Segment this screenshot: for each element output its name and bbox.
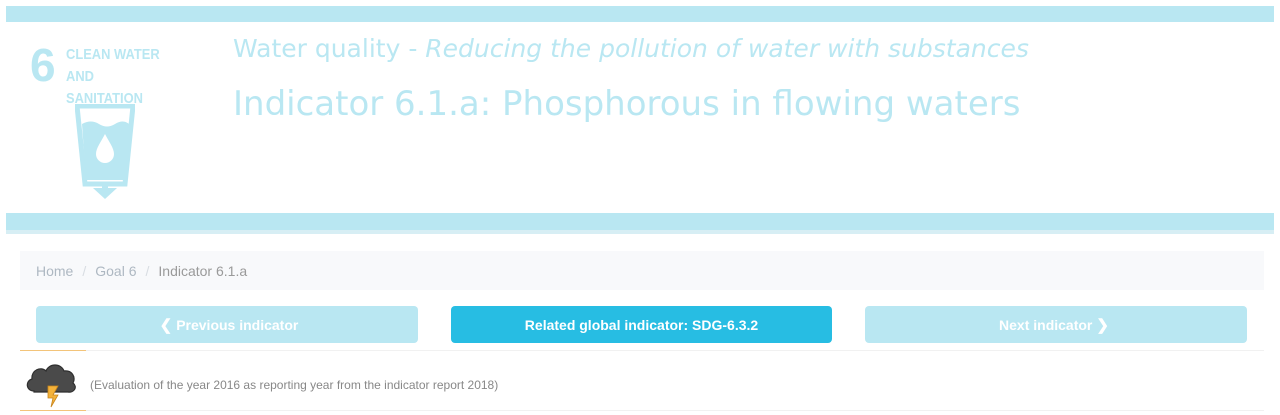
thunderstorm-icon xyxy=(26,364,76,408)
evaluation-accent-top xyxy=(20,350,86,351)
indicator-topic: Water quality - Reducing the pollution o… xyxy=(233,34,1029,63)
related-indicator-label: Related global indicator: SDG-6.3.2 xyxy=(524,316,759,333)
water-glass-icon xyxy=(75,104,135,199)
header-bottom-shadow xyxy=(6,230,1274,234)
breadcrumb-separator: / xyxy=(145,262,150,279)
sdg-goal-badge[interactable]: 6 CLEAN WATER AND SANITATION xyxy=(30,42,180,202)
header-bottom-bar xyxy=(6,213,1274,230)
chevron-right-icon: ❯ xyxy=(1096,316,1109,334)
related-global-indicator-button[interactable]: Related global indicator: SDG-6.3.2 xyxy=(451,306,832,343)
chevron-left-icon: ❮ xyxy=(159,316,173,334)
topic-emphasis: Reducing the pollution of water with sub… xyxy=(425,34,1029,63)
evaluation-accent-bottom xyxy=(20,410,86,411)
breadcrumb-current: Indicator 6.1.a xyxy=(158,262,248,279)
page-title: Indicator 6.1.a: Phosphorous in flowing … xyxy=(233,84,1021,124)
next-indicator-label: Next indicator xyxy=(999,316,1093,333)
breadcrumb-home[interactable]: Home xyxy=(36,263,73,279)
goal-name: CLEAN WATER AND SANITATION xyxy=(66,46,160,107)
goal-number: 6 xyxy=(30,39,56,91)
previous-indicator-label: Previous indicator xyxy=(176,316,299,333)
breadcrumb-separator: / xyxy=(82,262,87,279)
previous-indicator-button[interactable]: ❮ Previous indicator xyxy=(36,306,418,343)
header-top-bar xyxy=(6,6,1274,22)
breadcrumb-goal[interactable]: Goal 6 xyxy=(95,263,136,279)
evaluation-panel: (Evaluation of the year 2016 as reportin… xyxy=(20,350,1264,411)
next-indicator-button[interactable]: Next indicator ❯ xyxy=(865,306,1247,343)
evaluation-note: (Evaluation of the year 2016 as reportin… xyxy=(90,378,499,392)
topic-prefix: Water quality - xyxy=(233,34,426,63)
breadcrumb: Home / Goal 6 / Indicator 6.1.a xyxy=(20,251,1264,290)
